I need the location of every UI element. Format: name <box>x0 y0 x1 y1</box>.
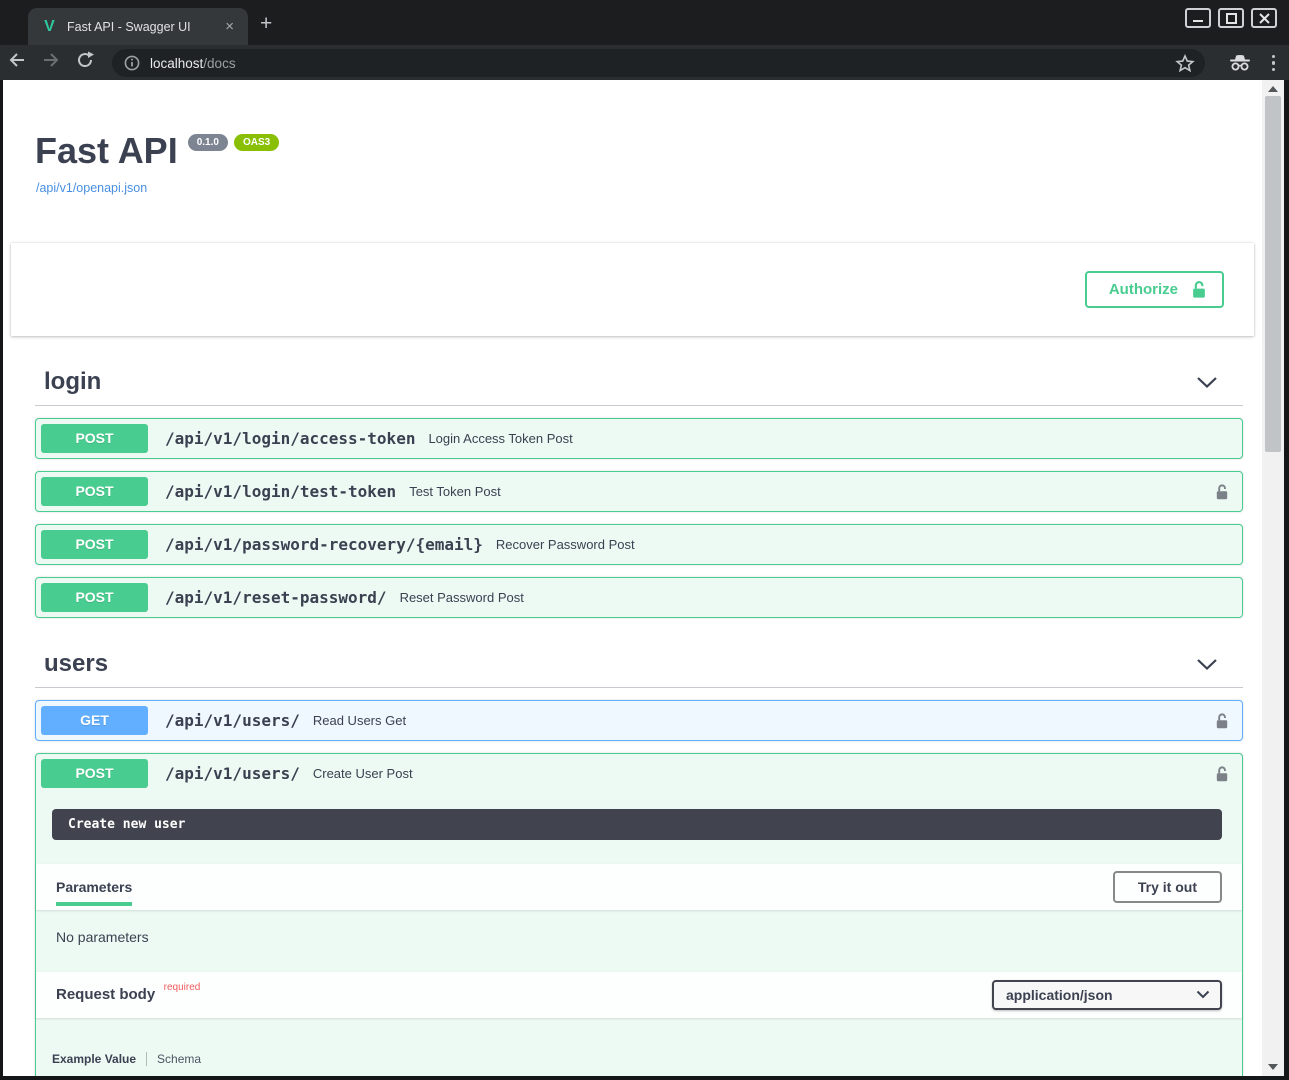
tab-close-icon[interactable]: × <box>221 18 238 35</box>
unlocked-padlock-icon <box>1214 712 1230 730</box>
chevron-down-icon <box>1196 376 1218 389</box>
scheme-container: Authorize <box>11 243 1254 336</box>
op-description: Login Access Token Post <box>428 431 572 446</box>
reload-icon <box>75 50 95 70</box>
op-path: /api/v1/login/access-token <box>165 429 415 448</box>
op-path: /api/v1/password-recovery/{email} <box>165 535 483 554</box>
example-value-tab[interactable]: Example Value <box>52 1052 136 1066</box>
window-titlebar: V Fast API - Swagger UI × + <box>0 0 1289 45</box>
url-text: localhost/docs <box>150 56 236 71</box>
new-tab-button[interactable]: + <box>260 12 272 36</box>
close-icon <box>1259 13 1270 24</box>
scroll-down-arrow-icon[interactable] <box>1268 1064 1278 1070</box>
auth-lock-button[interactable] <box>1214 712 1230 730</box>
chevron-down-icon <box>1196 658 1218 671</box>
op-description: Read Users Get <box>313 713 406 728</box>
op-summary[interactable]: POST /api/v1/login/test-token Test Token… <box>36 472 1242 511</box>
op-create-user: POST /api/v1/users/ Create User Post Cre… <box>35 753 1243 1076</box>
method-badge: GET <box>41 706 148 735</box>
browser-menu-button[interactable] <box>1266 55 1282 72</box>
required-label: required <box>164 982 201 993</box>
method-badge: POST <box>41 530 148 559</box>
forward-arrow-icon <box>41 51 61 69</box>
op-description: Reset Password Post <box>400 590 524 605</box>
op-description: Test Token Post <box>409 484 501 499</box>
media-type-select-wrap: application/json <box>992 980 1222 1010</box>
method-badge: POST <box>41 477 148 506</box>
browser-tab[interactable]: V Fast API - Swagger UI × <box>28 8 248 45</box>
incognito-icon <box>1228 54 1252 72</box>
op-markdown-description: Create new user <box>52 809 1222 840</box>
unlocked-padlock-icon <box>1190 280 1208 299</box>
op-summary[interactable]: POST /api/v1/users/ Create User Post <box>36 754 1242 793</box>
op-description: Recover Password Post <box>496 537 635 552</box>
section-users-header[interactable]: users <box>35 644 1243 688</box>
model-example-area: Example Value Schema { <box>36 1018 1242 1076</box>
bookmark-star-icon[interactable] <box>1175 54 1195 73</box>
op-read-users: GET /api/v1/users/ Read Users Get <box>35 700 1243 741</box>
op-login-test-token: POST /api/v1/login/test-token Test Token… <box>35 471 1243 512</box>
maximize-icon <box>1226 13 1237 24</box>
url-bar[interactable]: localhost/docs <box>112 49 1205 77</box>
op-summary[interactable]: POST /api/v1/reset-password/ Reset Passw… <box>36 578 1242 617</box>
op-body: Create new user Parameters Try it out No… <box>36 793 1242 1076</box>
page-info-icon[interactable] <box>124 55 140 71</box>
section-login-header[interactable]: login <box>35 362 1243 406</box>
op-path: /api/v1/reset-password/ <box>165 588 387 607</box>
tab-divider <box>146 1052 147 1066</box>
op-path: /api/v1/users/ <box>165 764 300 783</box>
page-title: Fast API <box>35 130 178 172</box>
page-viewport: Fast API 0.1.0 OAS3 /api/v1/openapi.json… <box>3 80 1262 1076</box>
method-badge: POST <box>41 424 148 453</box>
oas-badge: OAS3 <box>234 134 279 151</box>
op-summary[interactable]: POST /api/v1/password-recovery/{email} R… <box>36 525 1242 564</box>
no-parameters-text: No parameters <box>36 910 1242 972</box>
op-path: /api/v1/users/ <box>165 711 300 730</box>
parameters-tab[interactable]: Parameters <box>56 869 132 906</box>
authorize-button[interactable]: Authorize <box>1085 271 1224 308</box>
op-description: Create User Post <box>313 766 413 781</box>
section-title: login <box>44 368 101 396</box>
browser-toolbar: localhost/docs <box>0 45 1289 80</box>
auth-lock-button[interactable] <box>1214 765 1230 783</box>
media-type-select[interactable]: application/json <box>992 980 1222 1010</box>
try-it-out-button[interactable]: Try it out <box>1113 871 1222 903</box>
op-password-recovery: POST /api/v1/password-recovery/{email} R… <box>35 524 1243 565</box>
back-arrow-icon <box>7 51 27 69</box>
minimize-icon <box>1192 13 1204 23</box>
maximize-button[interactable] <box>1218 8 1244 28</box>
site-favicon-icon: V <box>41 18 58 35</box>
op-reset-password: POST /api/v1/reset-password/ Reset Passw… <box>35 577 1243 618</box>
op-summary[interactable]: GET /api/v1/users/ Read Users Get <box>36 701 1242 740</box>
scrollbar-thumb[interactable] <box>1265 96 1281 452</box>
close-button[interactable] <box>1251 8 1277 28</box>
parameters-header: Parameters Try it out <box>36 864 1242 910</box>
scroll-up-arrow-icon[interactable] <box>1268 86 1278 92</box>
back-button[interactable] <box>0 51 34 74</box>
tab-title: Fast API - Swagger UI <box>67 20 221 34</box>
section-users: users GET /api/v1/users/ Read Users Get … <box>35 644 1243 1076</box>
openapi-spec-link[interactable]: /api/v1/openapi.json <box>36 181 147 195</box>
unlocked-padlock-icon <box>1214 483 1230 501</box>
section-login: login POST /api/v1/login/access-token Lo… <box>35 362 1243 618</box>
method-badge: POST <box>41 759 148 788</box>
api-info: Fast API 0.1.0 OAS3 /api/v1/openapi.json <box>35 130 1262 197</box>
op-login-access-token: POST /api/v1/login/access-token Login Ac… <box>35 418 1243 459</box>
forward-button[interactable] <box>34 51 68 74</box>
version-badge: 0.1.0 <box>188 134 228 151</box>
schema-tab[interactable]: Schema <box>157 1052 201 1066</box>
method-badge: POST <box>41 583 148 612</box>
request-body-title: Request body <box>56 986 155 1003</box>
section-title: users <box>44 650 108 678</box>
unlocked-padlock-icon <box>1214 765 1230 783</box>
reload-button[interactable] <box>68 50 102 75</box>
op-summary[interactable]: POST /api/v1/login/access-token Login Ac… <box>36 419 1242 458</box>
page-scrollbar[interactable] <box>1262 80 1284 1076</box>
minimize-button[interactable] <box>1185 8 1211 28</box>
op-path: /api/v1/login/test-token <box>165 482 396 501</box>
request-body-header: Request body required application/json <box>36 972 1242 1018</box>
auth-lock-button[interactable] <box>1214 483 1230 501</box>
